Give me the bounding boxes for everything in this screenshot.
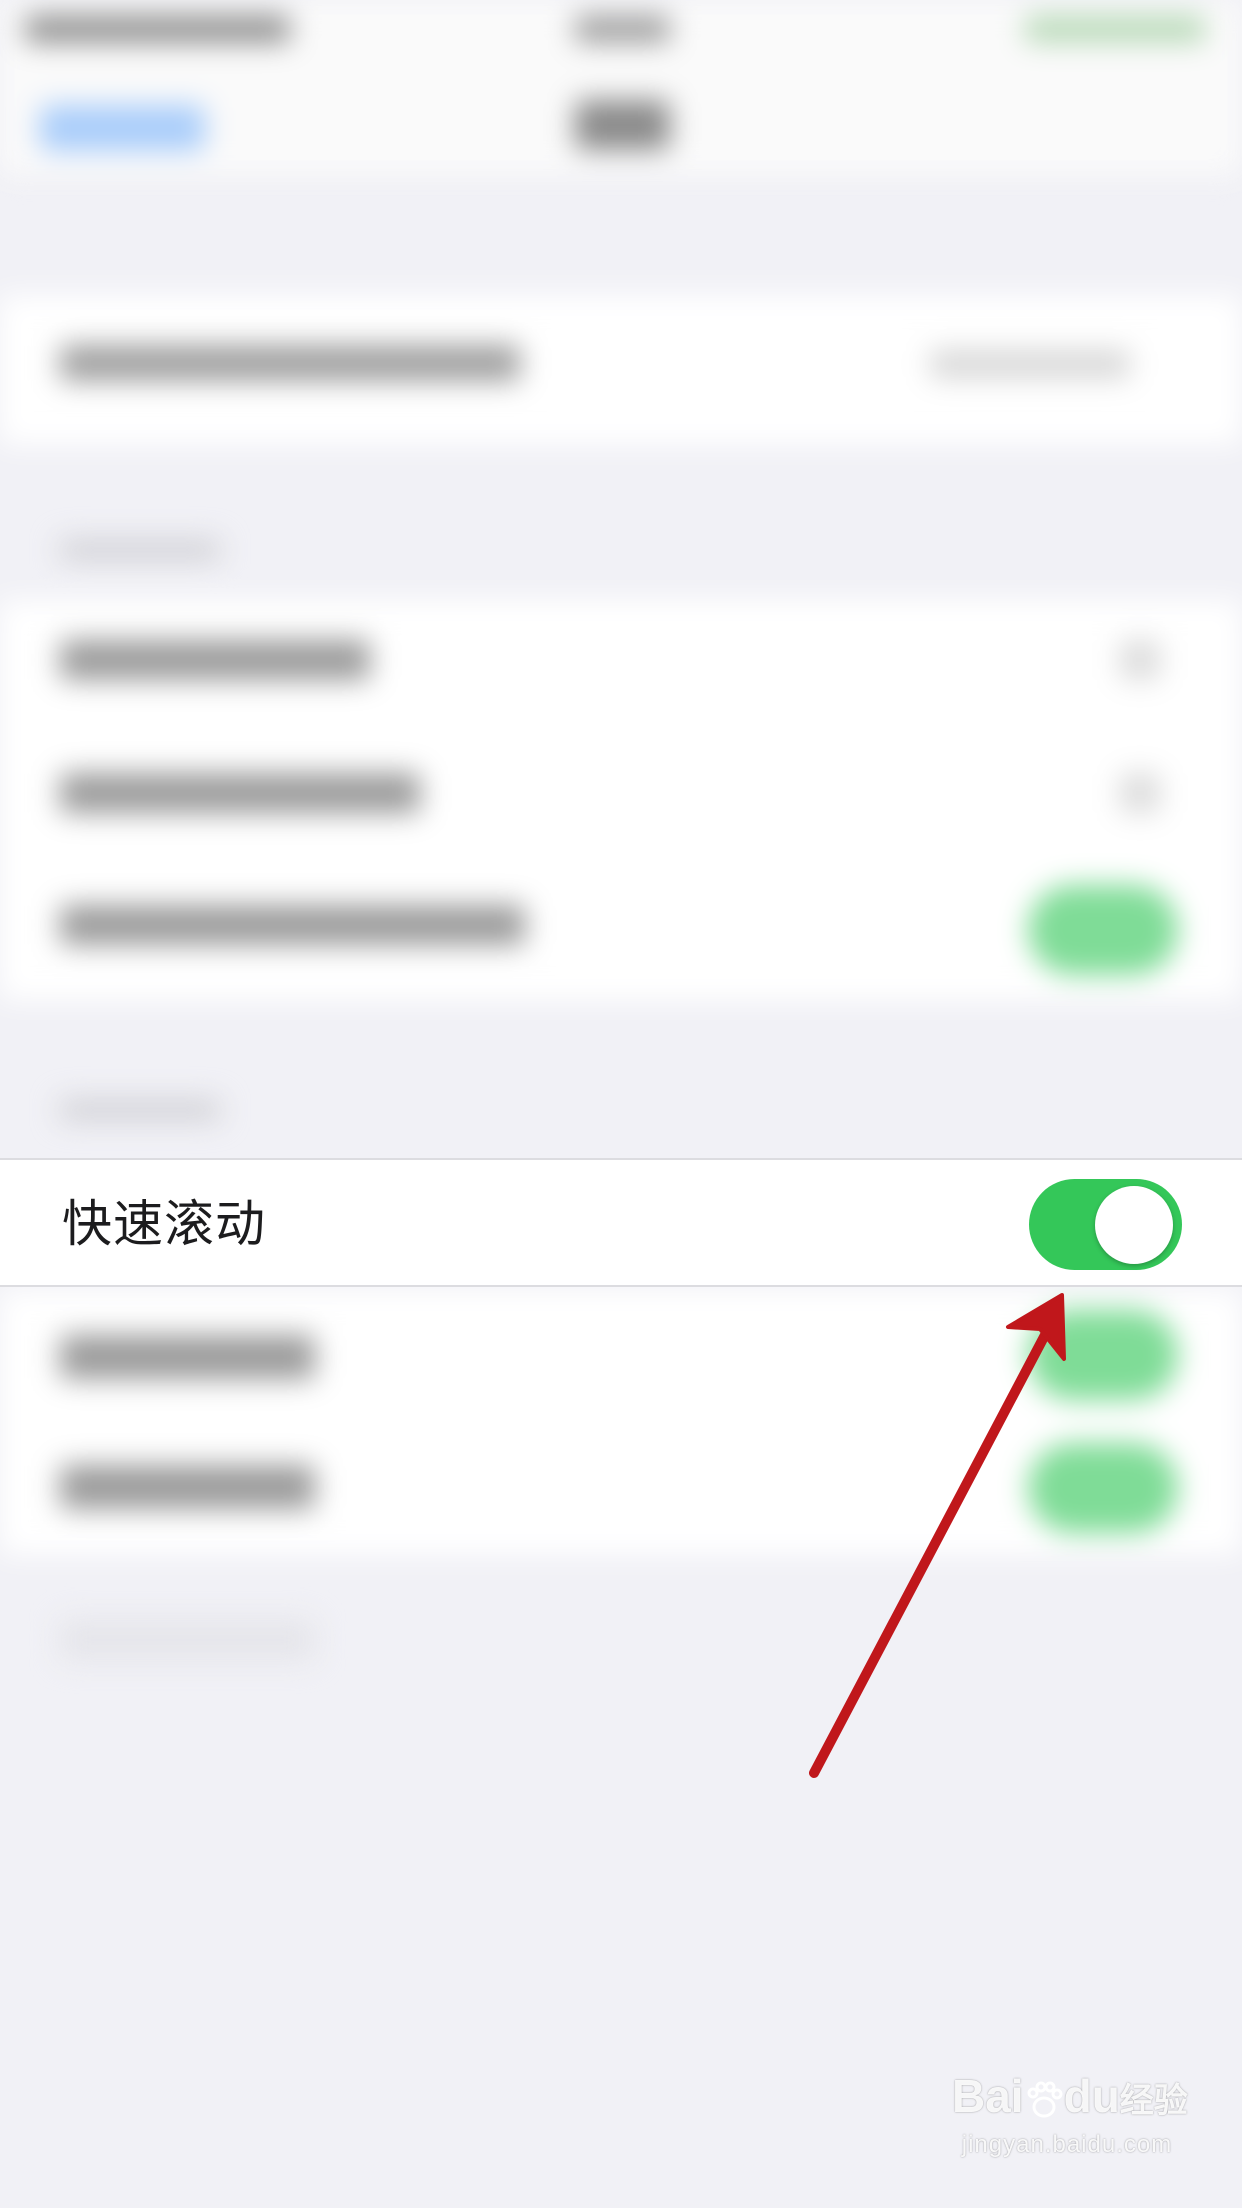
toggle-knob [1095, 1186, 1173, 1264]
watermark-brand-right: du [1063, 2070, 1120, 2122]
watermark-url: jingyan.baidu.com [961, 2131, 1173, 2158]
blurred-background [0, 0, 1242, 2208]
fast-scroll-row: 快速滚动 [0, 1158, 1242, 1287]
paw-icon [1027, 2081, 1063, 2118]
fast-scroll-toggle[interactable] [1029, 1179, 1182, 1270]
arrow-head [1006, 1293, 1066, 1361]
annotation-arrow [809, 1293, 1066, 1778]
watermark-brand: Bai du经验 [952, 2068, 1188, 2129]
fast-scroll-label: 快速滚动 [62, 1195, 266, 1253]
arrow-shaft [809, 1330, 1050, 1778]
watermark-brand-suffix: 经验 [1119, 2081, 1188, 2121]
watermark-brand-left: Bai [952, 2070, 1024, 2122]
baidu-jingyan-watermark: Bai du经验 jingyan.baidu.com [952, 2068, 1188, 2161]
